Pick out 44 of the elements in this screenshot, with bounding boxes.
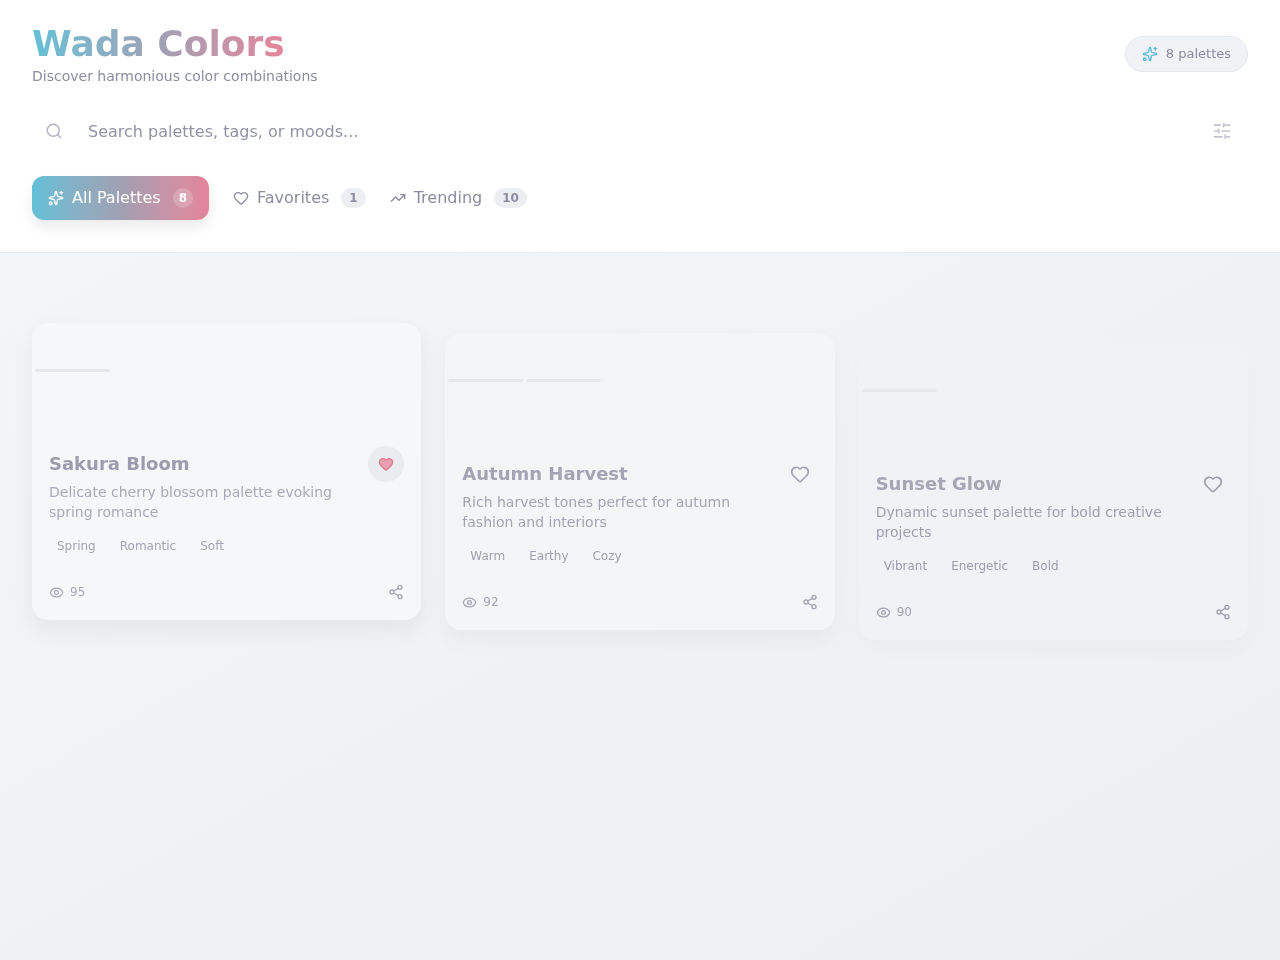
filter-sliders-icon[interactable] [1212, 121, 1232, 141]
tag-label[interactable]: Warm [462, 544, 514, 568]
tab-count: 1 [341, 188, 366, 208]
heart-icon [1203, 474, 1223, 494]
tag-label[interactable]: Energetic [943, 554, 1017, 578]
tag-label[interactable]: Soft [192, 534, 232, 558]
palette-card[interactable]: Autumn Harvest Rich harvest tones perfect for autumn fashion and interiors Warm Earthy Cozy 92 [445, 333, 835, 630]
eye-icon [875, 604, 891, 620]
view-count: 92 [483, 594, 499, 610]
view-count: 90 [896, 604, 912, 620]
palette-description: Rich harvest tones perfect for autumn fashion and interiors [462, 493, 732, 532]
palette-name: Sunset Glow [875, 472, 1003, 496]
tag-label[interactable]: Romantic [111, 534, 185, 558]
eye-icon [49, 584, 64, 600]
tab-count: 10 [494, 188, 527, 208]
tab-count: 8 [172, 188, 194, 208]
tag-label[interactable]: Earthy [521, 544, 577, 568]
share-icon[interactable] [801, 594, 818, 610]
palette-name: Autumn Harvest [462, 462, 629, 486]
tag-label[interactable]: Cozy [584, 544, 630, 568]
view-count: 95 [70, 584, 86, 600]
tag-label[interactable]: Vibrant [875, 554, 936, 578]
palette-description: Delicate cherry blossom palette evoking spring romance [49, 483, 333, 522]
share-icon[interactable] [388, 584, 405, 600]
share-icon[interactable] [1215, 604, 1231, 620]
tag-label[interactable]: Spring [49, 534, 104, 558]
search-icon [45, 122, 63, 140]
search-field[interactable]: Search palettes, tags, or moods... [88, 109, 1200, 153]
filter-tab[interactable]: Favorites 1 [233, 176, 366, 220]
palette-card[interactable]: Sakura Bloom Delicate cherry blossom palette evoking spring romance Spring Romantic Soft 95 [32, 323, 422, 620]
eye-icon [462, 594, 478, 610]
palette-description: Dynamic sunset palette for bold creative projects [875, 503, 1163, 542]
sparkles-icon [1141, 46, 1158, 62]
heart-icon [233, 190, 250, 206]
sparkles-icon [48, 190, 64, 206]
favorite-button[interactable] [368, 446, 405, 482]
heart-icon [789, 464, 810, 484]
filter-tab[interactable]: Trending 10 [389, 176, 527, 220]
tag-label[interactable]: Bold [1024, 554, 1067, 578]
app-subtitle: Discover harmonious color combinations [32, 67, 318, 86]
filter-tab[interactable]: All Palettes 8 [32, 176, 210, 220]
heart-icon [378, 456, 395, 472]
palette-count: 8 palettes [1165, 45, 1231, 64]
palette-name: Sakura Bloom [49, 452, 191, 476]
